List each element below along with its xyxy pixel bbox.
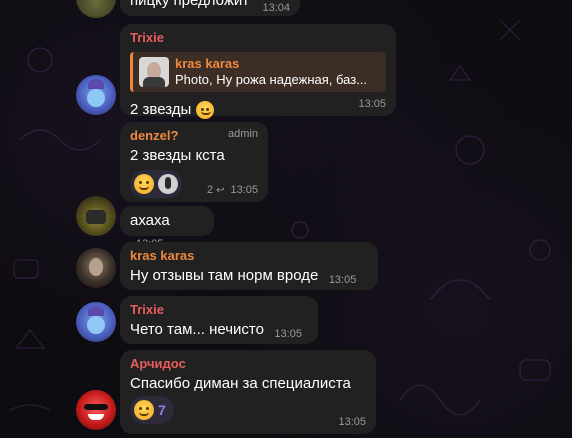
message-text: Ну отзывы там норм вроде (130, 267, 319, 284)
sender-name[interactable]: Арчидос (130, 356, 366, 372)
message-bubble[interactable]: denzel? admin 2 звезды кста 2 ↩ 13:05 (120, 122, 268, 202)
smirk-emoji (196, 101, 215, 119)
grin-emoji (134, 174, 154, 194)
message-bubble-partial[interactable]: пицку предложит 13:04 (120, 0, 300, 16)
message-text: ахаха (130, 212, 170, 229)
message-bubble[interactable]: kras karas Ну отзывы там норм вроде 13:0… (120, 242, 378, 290)
sender-name[interactable]: Trixie (130, 30, 386, 46)
reply-text: Photo, Ну рожа надежная, баз... (175, 72, 368, 87)
message-bubble[interactable]: Trixie Чето там... нечисто 13:05 (120, 296, 318, 344)
message-bubble[interactable]: Trixie kras karas Photo, Ну рожа надежна… (120, 24, 396, 119)
reply-arrow-icon[interactable]: ↩ (216, 185, 224, 196)
avatar-trixie[interactable] (76, 302, 116, 342)
admin-badge: admin (228, 128, 258, 140)
message-text: пицку предложит (130, 0, 250, 9)
message-time: 13:05 (358, 98, 386, 110)
reaction-chip[interactable] (130, 170, 182, 198)
sender-name[interactable]: Trixie (130, 302, 308, 318)
message-text: 2 звезды (130, 101, 192, 118)
message-time: 13:05 (338, 416, 366, 428)
reply-preview[interactable]: kras karas Photo, Ну рожа надежная, баз.… (130, 52, 386, 92)
message-time: 13:04 (262, 2, 290, 14)
grin-emoji (134, 400, 154, 420)
message-time: 13:05 (328, 274, 357, 286)
message-meta: 2 ↩ 13:05 (207, 184, 258, 196)
avatar-kras-karas[interactable] (76, 248, 116, 288)
avatar-archidos[interactable] (76, 390, 116, 430)
sender-name[interactable]: kras karas (130, 248, 368, 264)
message-text: Чето там... нечисто (130, 321, 264, 338)
message-text: 2 звезды кста (130, 147, 225, 164)
reply-photo-thumbnail (139, 57, 169, 87)
message-bubble[interactable]: ахаха 13:05 (120, 206, 214, 250)
avatar-trixie[interactable] (76, 75, 116, 115)
message-text: Спасибо диман за специалиста (130, 375, 351, 392)
reply-count: 2 (206, 184, 214, 196)
avatar[interactable] (76, 196, 116, 236)
reaction-count: 7 (158, 402, 166, 418)
message-time: 13:05 (230, 184, 258, 196)
reaction-chip[interactable]: 7 (130, 396, 174, 424)
message-time: 13:05 (274, 328, 302, 340)
reply-sender-name: kras karas (175, 56, 240, 71)
reactor-avatar (158, 174, 178, 194)
message-bubble[interactable]: Арчидос Спасибо диман за специалиста 7 1… (120, 350, 376, 434)
